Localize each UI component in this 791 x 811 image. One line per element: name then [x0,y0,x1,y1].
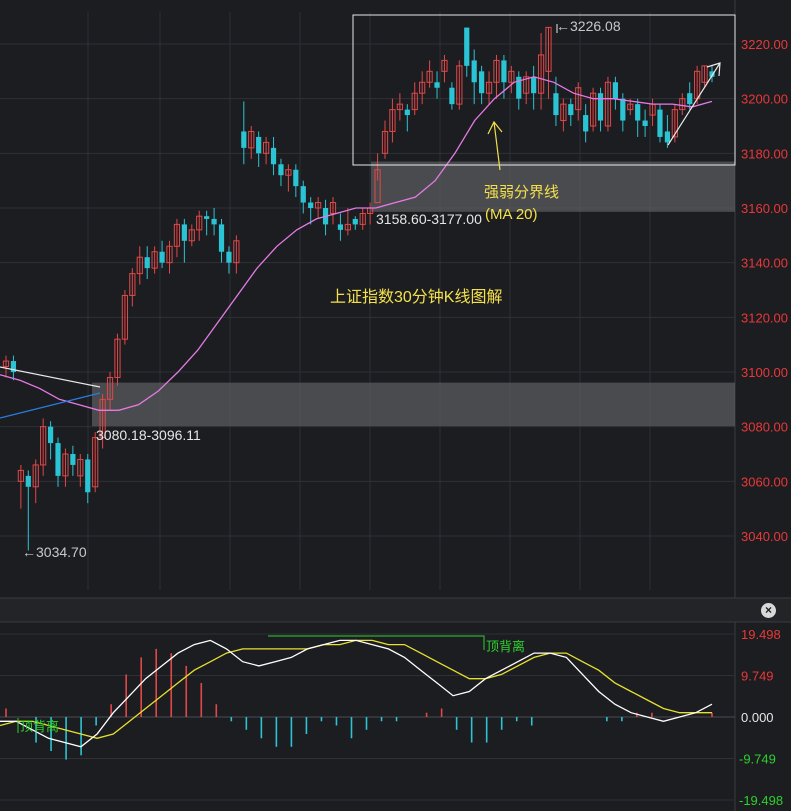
lower-zone-label: 3080.18-3096.11 [96,427,201,443]
candle-body [479,71,485,94]
macd-tick-label: 9.749 [741,669,774,684]
divergence-label-bottom: 顶背离 [20,719,59,734]
candle-body [241,131,247,148]
price-tick-label: 3120.00 [741,310,788,325]
candle-body [434,82,440,88]
candle-body [47,426,54,444]
candle-body [664,131,671,143]
candle-body [337,224,344,230]
close-panel-button[interactable]: × [761,603,776,618]
candle-body [404,109,410,116]
candle-body [25,475,31,487]
candle-body [464,27,470,66]
divergence-label-top: 顶背离 [486,639,525,654]
candle-body [597,93,604,121]
price-tick-label: 3040.00 [741,529,788,544]
candle-body [256,136,262,154]
high-annotation: ←3226.08 [556,18,621,34]
chart-title: 上证指数30分钟K线图解 [330,288,502,306]
candle-body [620,98,626,121]
price-tick-label: 3100.00 [741,365,788,380]
low-annotation: ←3034.70 [22,544,87,560]
candle-body [687,93,693,105]
candle-body [181,224,187,241]
macd-header-bar [0,598,791,622]
candle-body [85,459,91,493]
candle-body [612,82,618,99]
candle-body [211,218,217,225]
price-tick-label: 3220.00 [741,37,788,52]
candle-body [204,216,210,219]
macd-tick-label: 19.498 [741,627,781,642]
candle-body [300,186,306,203]
candle-body [55,443,61,476]
candle-body [635,104,641,121]
price-tick-label: 3140.00 [741,256,788,271]
candle-body [553,93,559,116]
candle-body [642,120,648,126]
candle-body [352,218,358,225]
candle-body [270,147,277,165]
price-tick-label: 3200.00 [741,92,788,107]
price-tick-label: 3060.00 [741,474,788,489]
macd-tick-label: 0.000 [741,710,774,725]
chart-stage: 3220.00 3200.00 3180.00 3160.00 3140.00 3120.… [0,0,791,811]
candle-body [308,202,314,208]
macd-tick-label: -19.498 [739,793,783,808]
upper-zone-label: 3158.60-3177.00 [376,211,482,227]
candle-body [159,251,165,263]
candle-body [531,76,537,94]
price-tick-label: 3160.00 [741,201,788,216]
candle-body [449,87,455,105]
price-tick-label: 3080.00 [741,420,788,435]
ma-label-line1: 强弱分界线 [484,184,559,201]
candle-body [218,224,225,252]
candle-body [226,251,232,263]
macd-tick-label: -9.749 [739,752,776,767]
candle-body [293,169,299,187]
ma-label-line2: (MA 20) [485,206,538,223]
candle-body [144,257,150,269]
candle-body [501,60,507,83]
candle-body [278,164,284,176]
candle-body [657,109,663,137]
candle-body [583,115,589,132]
candle-body [70,454,76,465]
lower-zone-box [92,382,735,427]
price-tick-label: 3180.00 [741,146,788,161]
candle-body [471,60,477,83]
candle-body [568,104,574,116]
